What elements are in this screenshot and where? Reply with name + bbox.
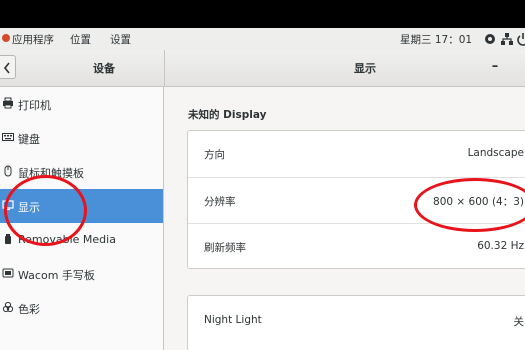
header-bar: 设备 显示 – (0, 50, 525, 87)
top-bar: 应用程序 位置 设置 星期三 17：01 (0, 28, 525, 51)
sidebar: 打印机 键盘 鼠标和触摸板 显示 Removable Media Wacom 手… (0, 87, 164, 350)
display-settings-panel: 未知的 Display 方向 Landscape 分辨率 800 × 600 (… (165, 87, 525, 350)
back-button[interactable] (0, 55, 16, 79)
night-light-value: 关 (513, 316, 525, 328)
sidebar-item-printers[interactable]: 打印机 (0, 87, 163, 121)
sidebar-item-removable-media[interactable]: Removable Media (0, 223, 163, 257)
settings-menu[interactable]: 设置 (110, 32, 131, 47)
refresh-rate-value: 60.32 Hz (477, 240, 524, 252)
clock[interactable]: 星期三 17：01 (400, 32, 472, 47)
display-settings-card: 方向 Landscape 分辨率 800 × 600 (4：3) 刷新频率 60… (187, 130, 525, 269)
sidebar-item-wacom-tablet[interactable]: Wacom 手写板 (0, 257, 163, 291)
sidebar-item-label: 显示 (18, 201, 40, 214)
page-title: 显示 (354, 62, 376, 75)
orientation-value: Landscape (467, 147, 524, 159)
sidebar-item-label: 色彩 (18, 303, 40, 316)
accessibility-icon[interactable] (483, 32, 497, 46)
sidebar-item-label: 键盘 (18, 133, 40, 146)
power-icon[interactable] (516, 32, 525, 46)
printer-icon (3, 97, 13, 109)
applications-menu[interactable]: 应用程序 (12, 32, 54, 47)
sidebar-item-label: 打印机 (18, 99, 51, 112)
tablet-icon (2, 268, 14, 278)
sidebar-item-label: 鼠标和触摸板 (18, 167, 84, 180)
refresh-rate-row[interactable]: 刷新频率 60.32 Hz (188, 223, 525, 270)
orientation-row[interactable]: 方向 Landscape (188, 131, 525, 177)
applications-icon (2, 34, 10, 42)
removable-media-icon (5, 234, 11, 244)
sidebar-item-label: Wacom 手写板 (18, 269, 95, 282)
keyboard-icon (2, 133, 14, 141)
resolution-value: 800 × 600 (4：3) (433, 196, 524, 208)
night-light-row[interactable]: Night Light 关 (188, 296, 525, 342)
mouse-icon (4, 165, 12, 177)
resolution-row[interactable]: 分辨率 800 × 600 (4：3) (188, 177, 525, 224)
minimize-button[interactable]: – (488, 57, 502, 77)
header-divider (164, 50, 165, 86)
network-icon[interactable] (500, 32, 514, 46)
night-light-card: Night Light 关 (187, 295, 525, 350)
color-icon (2, 301, 14, 313)
display-icon (2, 200, 14, 211)
sidebar-item-display[interactable]: 显示 (0, 189, 163, 223)
sidebar-item-color[interactable]: 色彩 (0, 291, 163, 325)
places-menu[interactable]: 位置 (70, 32, 91, 47)
sidebar-item-keyboard[interactable]: 键盘 (0, 121, 163, 155)
chevron-left-icon (3, 62, 10, 74)
sidebar-title: 设备 (93, 62, 115, 75)
sidebar-item-mouse-touchpad[interactable]: 鼠标和触摸板 (0, 155, 163, 189)
display-name-heading: 未知的 Display (188, 109, 267, 121)
sidebar-item-label: Removable Media (18, 233, 116, 246)
screen: 应用程序 位置 设置 星期三 17：01 设备 显示 – 打印机 键盘 鼠标和触… (0, 28, 525, 350)
